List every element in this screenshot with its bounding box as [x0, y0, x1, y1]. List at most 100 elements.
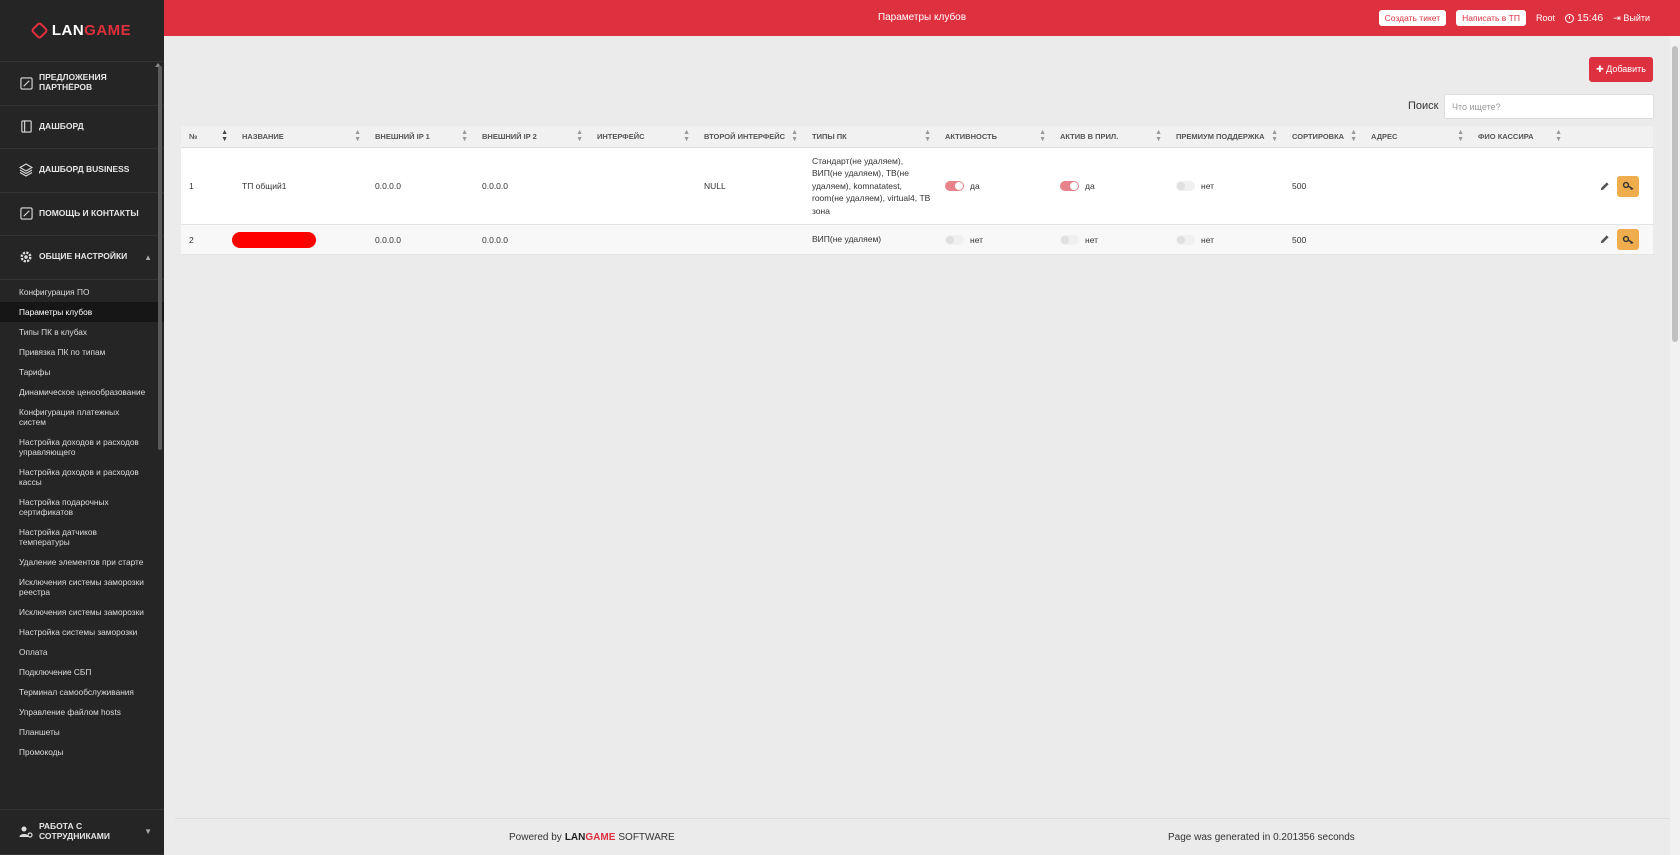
redacted-name — [232, 231, 316, 248]
sidebar-item-sbp[interactable]: Подключение СБП — [0, 662, 164, 682]
create-ticket-button[interactable]: Создать тикет — [1378, 10, 1447, 26]
sidebar-item-payment-config[interactable]: Конфигурация платежных систем — [0, 402, 164, 432]
logo[interactable]: LANGAME — [0, 0, 164, 62]
clubs-table: № ▲ ▼ НАЗВАНИЕ ▲ ▼ ВНЕШНИЙ IP 1 ▲ ▼ ВНЕШНИЙ IP… — [181, 126, 1653, 255]
sidebar-item-manager-income[interactable]: Настройка доходов и расходов управляющег… — [0, 432, 164, 462]
sidebar-section-dashboard[interactable]: ДАШБОРД — [0, 106, 164, 149]
sidebar-section-help[interactable]: ПОМОЩЬ И КОНТАКТЫ — [0, 193, 164, 236]
sort-icon: ▲ ▼ — [576, 129, 583, 143]
table-header: № ▲ ▼ НАЗВАНИЕ ▲ ▼ ВНЕШНИЙ IP 1 ▲ ▼ ВНЕШНИЙ IP… — [181, 126, 1653, 148]
cell-sort: 500 — [1292, 234, 1307, 245]
sidebar-section-label: ОБЩИЕ НАСТРОЙКИ — [39, 251, 128, 262]
sidebar-item-freeze-settings[interactable]: Настройка системы заморозки — [0, 622, 164, 642]
col-header-name[interactable]: НАЗВАНИЕ ▲ ▼ — [234, 129, 367, 143]
sidebar-item-software-config[interactable]: Конфигурация ПО — [0, 282, 164, 302]
col-header-address[interactable]: АДРЕС ▲ ▼ — [1363, 129, 1470, 143]
sidebar-item-gift-certificates[interactable]: Настройка подарочных сертификатов — [0, 492, 164, 522]
key-icon — [1622, 181, 1634, 190]
col-header-ip2[interactable]: ВНЕШНИЙ IP 2 ▲ ▼ — [474, 129, 589, 143]
pencil-icon[interactable] — [1597, 233, 1611, 247]
sort-icon: ▲ ▼ — [461, 129, 468, 143]
col-header-active[interactable]: АКТИВНОСТЬ ▲ ▼ — [937, 129, 1052, 143]
sidebar-section-general-settings[interactable]: ОБЩИЕ НАСТРОЙКИ ▲ — [0, 236, 164, 280]
add-button-label: Добавить — [1606, 64, 1646, 74]
active-app-value: нет — [1085, 234, 1099, 245]
sidebar-item-tariffs[interactable]: Тарифы — [0, 362, 164, 382]
sidebar-item-cash-income[interactable]: Настройка доходов и расходов кассы — [0, 462, 164, 492]
col-header-interface[interactable]: ИНТЕРФЕЙС ▲ ▼ — [589, 129, 696, 143]
footer-powered-by: Powered by LANGAME SOFTWARE — [509, 832, 675, 843]
active-app-toggle[interactable] — [1060, 234, 1079, 245]
cell-second-interface: NULL — [704, 181, 726, 191]
cell-active-app: да — [1052, 181, 1168, 191]
key-button[interactable] — [1617, 229, 1639, 250]
sort-icon: ▲ ▼ — [354, 129, 361, 143]
cell-premium: нет — [1168, 181, 1284, 191]
sidebar-item-tablets[interactable]: Планшеты — [0, 722, 164, 742]
cell-name — [232, 231, 367, 248]
cell-ip1: 0.0.0.0 — [375, 234, 401, 245]
row-actions — [1597, 229, 1653, 250]
col-header-ip1[interactable]: ВНЕШНИЙ IP 1 ▲ ▼ — [367, 129, 474, 143]
write-support-button[interactable]: Написать в ТП — [1456, 10, 1526, 26]
sidebar-item-club-params[interactable]: Параметры клубов — [0, 301, 164, 322]
sidebar-section-staff[interactable]: РАБОТА С СОТРУДНИКАМИ ▼ — [0, 809, 164, 855]
user-name[interactable]: Root — [1536, 13, 1555, 23]
clock-icon — [1565, 13, 1574, 23]
col-header-active-app[interactable]: АКТИВ В ПРИЛ. ▲ ▼ — [1052, 129, 1168, 143]
logout-label: Выйти — [1623, 12, 1650, 23]
logo-icon — [30, 21, 49, 40]
key-button[interactable] — [1617, 175, 1639, 197]
sidebar-item-registry-freeze-exclusions[interactable]: Исключения системы заморозки реестра — [0, 572, 164, 602]
sidebar-section-partners[interactable]: ПРЕДЛОЖЕНИЯ ПАРТНЁРОВ — [0, 62, 164, 106]
page-scrollbar-thumb[interactable] — [1672, 46, 1678, 342]
logout-icon: ⇥ — [1613, 12, 1621, 23]
col-header-premium[interactable]: ПРЕМИУМ ПОДДЕРЖКА ▲ ▼ — [1168, 129, 1284, 143]
add-button[interactable]: ✚ Добавить — [1589, 57, 1653, 82]
premium-toggle[interactable] — [1176, 181, 1195, 191]
sidebar-item-freeze-exclusions[interactable]: Исключения системы заморозки — [0, 602, 164, 622]
sidebar-section-dashboard-business[interactable]: ДАШБОРД BUSINESS — [0, 149, 164, 193]
active-app-toggle[interactable] — [1060, 181, 1079, 191]
col-header-number[interactable]: № ▲ ▼ — [181, 129, 234, 143]
edit-square-icon — [19, 76, 33, 90]
cell-name: ТП общий1 — [242, 181, 287, 191]
edit-square-icon — [19, 207, 33, 221]
key-icon — [1622, 235, 1634, 244]
sidebar-item-self-service-terminal[interactable]: Терминал самообслуживания — [0, 682, 164, 702]
sidebar-item-pc-binding[interactable]: Привязка ПК по типам — [0, 342, 164, 362]
active-toggle[interactable] — [945, 181, 964, 191]
clock-time: 15:46 — [1577, 12, 1604, 24]
sidebar-section-label: ДАШБОРД — [39, 120, 84, 131]
active-value: нет — [970, 234, 984, 245]
cell-ip1: 0.0.0.0 — [375, 181, 401, 191]
logout-button[interactable]: ⇥ Выйти — [1613, 13, 1650, 24]
sidebar-scrollbar[interactable] — [158, 66, 162, 450]
page-scrollbar[interactable] — [1670, 36, 1680, 855]
book-icon — [19, 120, 33, 134]
col-header-cashier[interactable]: ФИО КАССИРА ▲ ▼ — [1470, 129, 1568, 143]
sort-asc-icon: ▲ ▼ — [221, 129, 228, 143]
sidebar-item-dynamic-pricing[interactable]: Динамическое ценообразование — [0, 382, 164, 402]
sidebar-item-hosts-file[interactable]: Управление файлом hosts — [0, 702, 164, 722]
col-header-pc-types[interactable]: ТИПЫ ПК ▲ ▼ — [804, 129, 937, 143]
sidebar-item-promo-codes[interactable]: Промокоды — [0, 742, 164, 762]
pencil-icon[interactable] — [1597, 179, 1611, 193]
sort-icon: ▲ ▼ — [1271, 129, 1278, 143]
users-gear-icon — [19, 825, 33, 839]
premium-toggle[interactable] — [1176, 234, 1195, 245]
col-header-sort[interactable]: СОРТИРОВКА ▲ ▼ — [1284, 129, 1363, 143]
search-input[interactable] — [1444, 94, 1654, 119]
sidebar-item-temperature-sensors[interactable]: Настройка датчиков температуры — [0, 522, 164, 552]
chevron-up-icon: ▲ — [144, 252, 152, 262]
sidebar-item-startup-removal[interactable]: Удаление элементов при старте — [0, 552, 164, 572]
active-toggle[interactable] — [945, 234, 964, 245]
search-label: Поиск — [1408, 100, 1439, 112]
sidebar-item-payment[interactable]: Оплата — [0, 642, 164, 662]
row-actions — [1597, 175, 1653, 197]
sidebar-item-pc-types[interactable]: Типы ПК в клубах — [0, 322, 164, 342]
chevron-down-icon: ▼ — [144, 827, 152, 837]
cell-active: да — [937, 181, 1052, 191]
sort-icon: ▲ ▼ — [1457, 129, 1464, 143]
col-header-second-interface[interactable]: ВТОРОЙ ИНТЕРФЕЙС ▲ ▼ — [696, 129, 804, 143]
